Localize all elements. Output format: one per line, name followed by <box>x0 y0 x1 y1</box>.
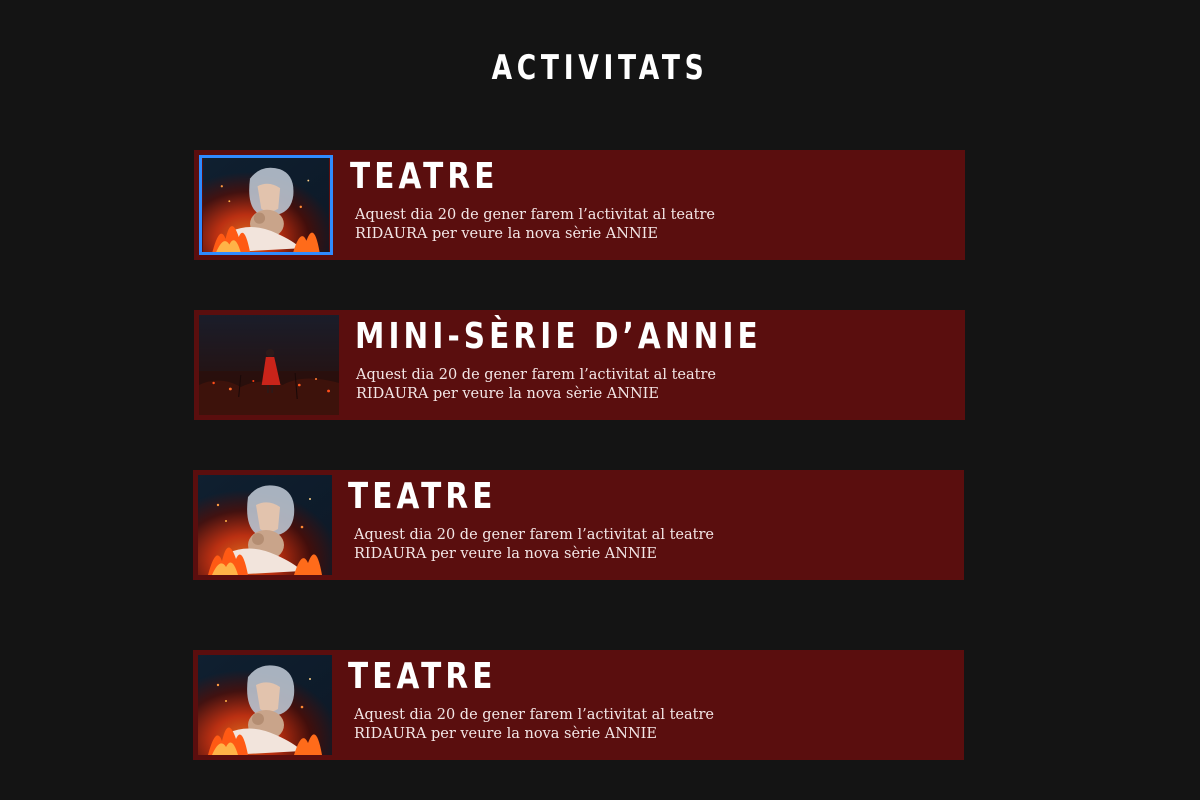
girl-with-teddy-bear-image <box>202 158 330 252</box>
activity-description: Aquest dia 20 de gener farem l’activitat… <box>354 707 714 742</box>
page-title: ACTIVITATS <box>491 48 709 88</box>
activity-card[interactable]: TEATRE Aquest dia 20 de gener farem l’ac… <box>194 150 965 260</box>
activity-card[interactable]: TEATRE Aquest dia 20 de gener farem l’ac… <box>193 650 964 760</box>
activity-description: Aquest dia 20 de gener farem l’activitat… <box>354 527 714 562</box>
activities-page: ACTIVITATS TEATRE Aquest dia 20 de gener… <box>0 0 1200 800</box>
activity-title: TEATRE <box>348 656 497 697</box>
activity-description: Aquest dia 20 de gener farem l’activitat… <box>355 207 715 242</box>
activity-thumbnail[interactable] <box>199 315 339 415</box>
activity-thumbnail[interactable] <box>199 155 333 255</box>
activity-thumbnail[interactable] <box>198 655 332 755</box>
girl-with-teddy-bear-image <box>198 475 332 575</box>
activity-title: TEATRE <box>348 476 497 517</box>
activity-title: TEATRE <box>350 156 499 197</box>
activity-card[interactable]: MINI-SÈRIE D’ANNIE Aquest dia 20 de gene… <box>194 310 965 420</box>
activity-card[interactable]: TEATRE Aquest dia 20 de gener farem l’ac… <box>193 470 964 580</box>
activity-title: MINI-SÈRIE D’ANNIE <box>355 316 762 357</box>
girl-in-red-dress-image <box>199 315 339 415</box>
activity-description: Aquest dia 20 de gener farem l’activitat… <box>356 367 716 402</box>
girl-with-teddy-bear-image <box>198 655 332 755</box>
activity-thumbnail[interactable] <box>198 475 332 575</box>
